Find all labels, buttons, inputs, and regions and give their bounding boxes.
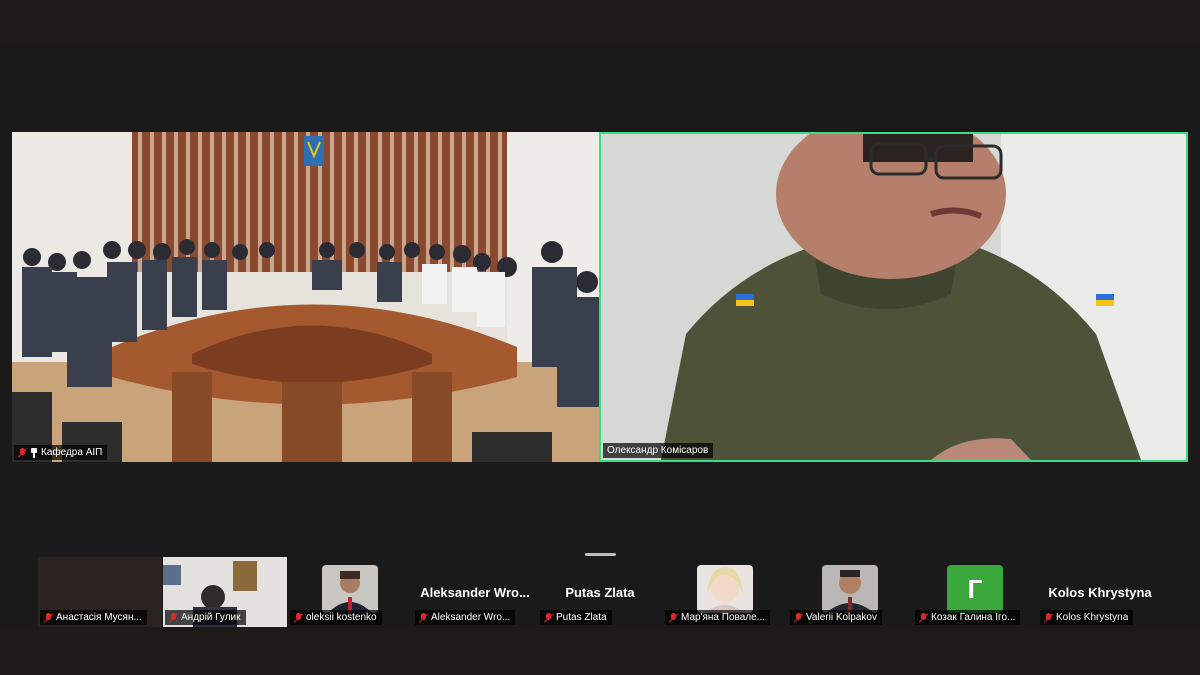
thumbnail-name-tag: Aleksander Wro... (415, 610, 516, 625)
speaker-name-tag: Олександр Комісаров (603, 443, 714, 458)
room-video-frame (12, 132, 599, 462)
profile-photo (322, 565, 378, 613)
participant-name: Kolos Khrystyna (1056, 612, 1129, 623)
thumbnail-name-tag: Мар'яна Повале... (665, 610, 770, 625)
participant-display-name: Putas Zlata (565, 585, 635, 600)
mic-muted-icon (169, 612, 178, 623)
thumbnail-tile[interactable]: Putas Zlata Putas Zlata (538, 557, 662, 627)
participant-name: Мар'яна Повале... (681, 612, 765, 623)
participant-name: Valerii Kolpakov (806, 612, 877, 623)
mic-muted-icon (919, 612, 928, 623)
thumbnail-name-tag: Анастасія Мусян... (40, 610, 147, 625)
video-tile-active-speaker[interactable]: Олександр Комісаров (599, 132, 1188, 462)
letter-avatar: Г (947, 565, 1003, 613)
mic-muted-icon (669, 612, 678, 623)
mic-muted-icon (794, 612, 803, 623)
mic-muted-icon (44, 612, 53, 623)
thumbnail-tile[interactable]: Г Козак Галина Іго... (913, 557, 1037, 627)
thumbnail-name-tag: Valerii Kolpakov (790, 610, 882, 625)
thumbnail-strip-drag-handle[interactable] (585, 553, 616, 556)
mic-muted-icon (18, 447, 27, 458)
room-name-tag: Кафедра АІП (14, 445, 108, 460)
thumbnail-name-tag: Putas Zlata (540, 610, 612, 625)
thumbnail-name-tag: Козак Галина Іго... (915, 610, 1021, 625)
participant-name: Putas Zlata (556, 612, 607, 623)
profile-photo (697, 565, 753, 613)
participant-display-name: Kolos Khrystyna (1048, 585, 1152, 600)
top-bar (0, 0, 1200, 44)
thumbnail-name-tag: Kolos Khrystyna (1040, 610, 1134, 625)
thumbnail-tile[interactable]: Kolos Khrystyna Kolos Khrystyna (1038, 557, 1162, 627)
profile-photo (822, 565, 878, 613)
participant-name: Кафедра АІП (41, 447, 103, 458)
participant-name: Андрій Гулик (181, 612, 241, 623)
thumbnail-name-tag: oleksii kostenko (290, 610, 382, 625)
participant-name: Анастасія Мусян... (56, 612, 142, 623)
pin-icon (30, 447, 38, 458)
thumbnail-tile[interactable]: Мар'яна Повале... (663, 557, 787, 627)
mic-muted-icon (1044, 612, 1053, 623)
bottom-bar (0, 628, 1200, 675)
thumbnail-tile[interactable]: oleksii kostenko (288, 557, 412, 627)
thumbnail-tile[interactable]: Андрій Гулик (163, 557, 287, 627)
participant-name: oleksii kostenko (306, 612, 377, 623)
participant-name: Олександр Комісаров (607, 445, 709, 456)
mic-muted-icon (419, 612, 428, 623)
participant-display-name: Aleksander Wro... (420, 585, 530, 600)
thumbnail-tile[interactable]: Aleksander Wro... Aleksander Wro... (413, 557, 537, 627)
participant-name: Aleksander Wro... (431, 612, 511, 623)
video-tile-room[interactable]: Кафедра АІП (12, 132, 599, 462)
mic-muted-icon (544, 612, 553, 623)
participant-name: Козак Галина Іго... (931, 612, 1016, 623)
thumbnail-name-tag: Андрій Гулик (165, 610, 246, 625)
thumbnail-tile[interactable]: Анастасія Мусян... (38, 557, 162, 627)
thumbnail-tile[interactable]: Valerii Kolpakov (788, 557, 912, 627)
speaker-video-frame (601, 134, 1186, 460)
mic-muted-icon (294, 612, 303, 623)
